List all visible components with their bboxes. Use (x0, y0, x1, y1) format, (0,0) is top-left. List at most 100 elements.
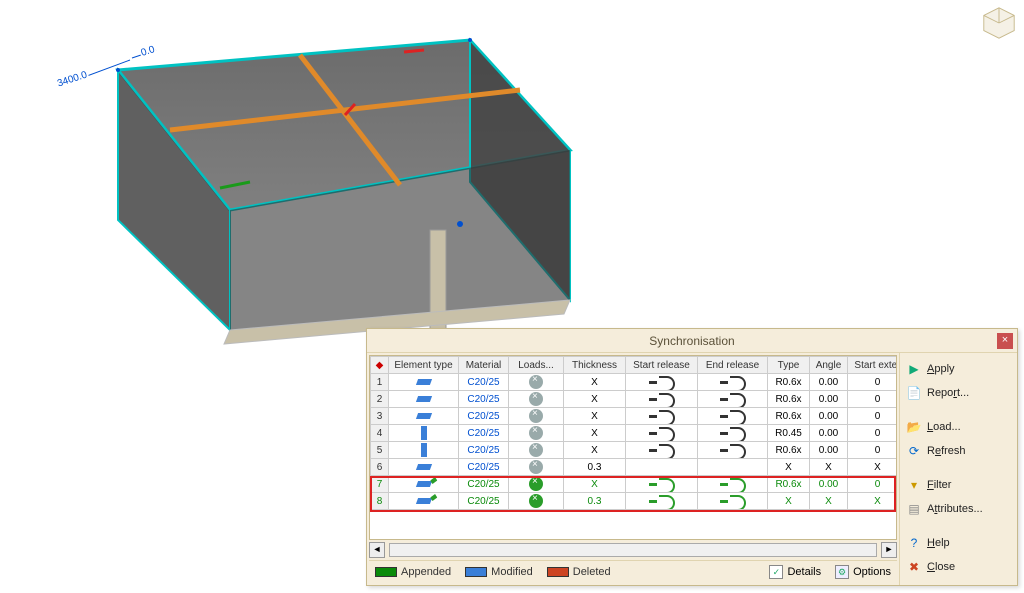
cell-start-release (626, 459, 698, 476)
report-icon: 📄 (906, 385, 922, 401)
cell-thickness: X (564, 425, 626, 442)
cell-end-release (698, 476, 768, 493)
table-row[interactable]: 6C20/250.3XXX (371, 459, 898, 476)
details-toggle[interactable]: ✓Details (769, 565, 821, 579)
cell-start-release (626, 408, 698, 425)
scroll-track[interactable] (389, 543, 877, 557)
horizontal-scrollbar[interactable]: ◄ ► (369, 540, 897, 560)
help-icon: ? (906, 535, 922, 551)
legend-deleted: Deleted (547, 566, 611, 578)
filter-button[interactable]: ▾Filter (904, 475, 1013, 495)
report-button[interactable]: 📄Report... (904, 383, 1013, 403)
close-icon: ✖ (906, 559, 922, 575)
row-number[interactable]: 1 (371, 374, 389, 391)
cell-element-type (389, 374, 459, 391)
close-button[interactable]: ✖Close (904, 557, 1013, 577)
col-header-end-release[interactable]: End release (698, 357, 768, 374)
help-button[interactable]: ?Help (904, 533, 1013, 553)
cell-material: C20/25 (459, 493, 509, 510)
cell-thickness: 0.3 (564, 459, 626, 476)
row-number[interactable]: 2 (371, 391, 389, 408)
release-icon (720, 495, 746, 507)
table-row[interactable]: 8C20/250.3XXX (371, 493, 898, 510)
cell-material: C20/25 (459, 408, 509, 425)
cell-angle: 0.00 (810, 442, 848, 459)
attributes-button[interactable]: ▤Attributes... (904, 499, 1013, 519)
table-row[interactable]: 4C20/25XR0.450.000 (371, 425, 898, 442)
scroll-left-button[interactable]: ◄ (369, 542, 385, 558)
col-header-angle[interactable]: Angle (810, 357, 848, 374)
cell-thickness: X (564, 476, 626, 493)
cell-start-exter: 0 (848, 408, 898, 425)
col-header-element-type[interactable]: Element type (389, 357, 459, 374)
row-number[interactable]: 3 (371, 408, 389, 425)
options-toggle[interactable]: ⚙Options (835, 565, 891, 579)
cell-start-release (626, 442, 698, 459)
scroll-right-button[interactable]: ► (881, 542, 897, 558)
cell-loads (509, 374, 564, 391)
col-header-material[interactable]: Material (459, 357, 509, 374)
load-status-icon (529, 392, 543, 406)
beam-icon (415, 481, 431, 487)
apply-icon: ▶ (906, 361, 922, 377)
col-header-start-exter[interactable]: Start exter (848, 357, 898, 374)
table-row[interactable]: 2C20/25XR0.6x0.000 (371, 391, 898, 408)
cell-angle: 0.00 (810, 425, 848, 442)
cell-end-release (698, 391, 768, 408)
row-number[interactable]: 4 (371, 425, 389, 442)
sync-table[interactable]: ◆ Element type Material Loads... Thickne… (370, 356, 897, 510)
cell-thickness: 0.3 (564, 493, 626, 510)
cell-material: C20/25 (459, 374, 509, 391)
load-status-icon (529, 494, 543, 508)
row-number[interactable]: 7 (371, 476, 389, 493)
cell-loads (509, 476, 564, 493)
cell-thickness: X (564, 374, 626, 391)
col-header-type[interactable]: Type (768, 357, 810, 374)
cell-loads (509, 391, 564, 408)
dialog-close-button[interactable]: × (997, 333, 1013, 349)
col-header-start-release[interactable]: Start release (626, 357, 698, 374)
apply-button[interactable]: ▶AApplypply (904, 359, 1013, 379)
cell-thickness: X (564, 408, 626, 425)
release-icon (649, 427, 675, 439)
plate-icon (415, 498, 431, 504)
cell-loads (509, 425, 564, 442)
table-row[interactable]: 1C20/25XR0.6x0.000 (371, 374, 898, 391)
table-row[interactable]: 7C20/25XR0.6x0.000 (371, 476, 898, 493)
cell-thickness: X (564, 391, 626, 408)
col-header-marker[interactable]: ◆ (371, 357, 389, 374)
cell-start-exter: 0 (848, 391, 898, 408)
table-row[interactable]: 3C20/25XR0.6x0.000 (371, 408, 898, 425)
table-row[interactable]: 5C20/25XR0.6x0.000 (371, 442, 898, 459)
cell-end-release (698, 493, 768, 510)
release-icon (649, 393, 675, 405)
column-icon (421, 426, 427, 440)
cell-material: C20/25 (459, 442, 509, 459)
load-status-icon (529, 426, 543, 440)
load-button[interactable]: 📂Load... (904, 417, 1013, 437)
cell-end-release (698, 374, 768, 391)
legend-row: Appended Modified Deleted ✓Details ⚙Opti… (369, 560, 897, 583)
cell-material: C20/25 (459, 391, 509, 408)
refresh-button[interactable]: ⟳Refresh (904, 441, 1013, 461)
col-header-thickness[interactable]: Thickness (564, 357, 626, 374)
cell-type: R0.6x (768, 476, 810, 493)
refresh-icon: ⟳ (906, 443, 922, 459)
row-number[interactable]: 6 (371, 459, 389, 476)
cell-element-type (389, 459, 459, 476)
release-icon (649, 410, 675, 422)
cell-start-exter: 0 (848, 476, 898, 493)
attributes-icon: ▤ (906, 501, 922, 517)
cell-start-release (626, 493, 698, 510)
view-cube[interactable] (980, 4, 1018, 44)
release-icon (649, 495, 675, 507)
cell-type: R0.6x (768, 374, 810, 391)
col-header-loads[interactable]: Loads... (509, 357, 564, 374)
release-icon (720, 410, 746, 422)
dialog-titlebar[interactable]: Synchronisation × (367, 329, 1017, 353)
cell-thickness: X (564, 442, 626, 459)
legend-appended: Appended (375, 566, 451, 578)
cell-loads (509, 408, 564, 425)
row-number[interactable]: 5 (371, 442, 389, 459)
row-number[interactable]: 8 (371, 493, 389, 510)
